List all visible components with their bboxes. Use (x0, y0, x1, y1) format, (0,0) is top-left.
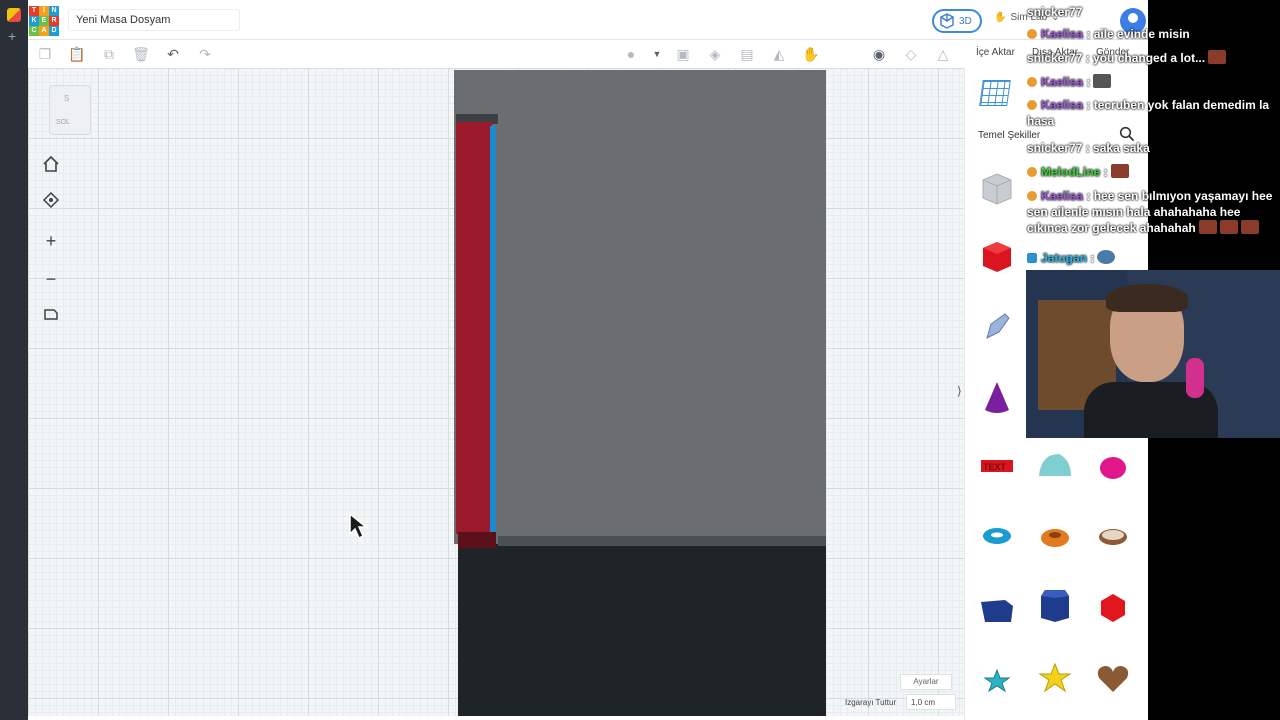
duplicate-icon[interactable]: ⧉ (100, 45, 118, 63)
shape-text[interactable]: TEXT (977, 446, 1017, 486)
shape-box-dark[interactable] (454, 70, 826, 544)
import-button[interactable]: İçe Aktar (976, 47, 1015, 58)
ortho-view-icon[interactable] (38, 304, 64, 330)
top-bar: T I N K E R C A D Yeni Masa Dosyam 3D ✋ … (28, 0, 1148, 40)
emote-icon (1097, 250, 1116, 264)
view-cube[interactable]: S SOL (49, 85, 91, 135)
shape-star[interactable] (977, 660, 1017, 700)
sub-badge-icon (1027, 100, 1037, 110)
sub-badge-icon (1027, 29, 1037, 39)
snap-grid-select[interactable]: 1,0 cm (906, 694, 956, 710)
zoom-out-icon[interactable]: − (38, 266, 64, 292)
redo-icon[interactable]: ↷ (196, 45, 214, 63)
sub-badge-icon (1027, 167, 1037, 177)
microphone-icon (1186, 358, 1204, 398)
shape-wedge[interactable] (977, 590, 1017, 630)
shape-paraboloid[interactable] (1093, 446, 1133, 486)
screen: + T I N K E R C A D Yeni Masa Dosyam 3D … (0, 0, 1280, 720)
app-launcher-icon[interactable] (7, 8, 21, 22)
sub-badge-icon (1027, 77, 1037, 87)
chat-message: snicker77 : you changed a lot... (1027, 50, 1280, 66)
cube-icon (940, 13, 954, 29)
cruise-icon[interactable]: ✋ (802, 45, 820, 63)
add-icon[interactable]: + (8, 29, 16, 43)
stream-chat: snicker77 Kaelisa : aile evinde misin sn… (1026, 0, 1280, 270)
tinkercad-window: T I N K E R C A D Yeni Masa Dosyam 3D ✋ … (28, 0, 1148, 720)
prime-badge-icon (1027, 253, 1037, 263)
shape-torus[interactable] (977, 516, 1017, 556)
viewcube-face-label: SOL (56, 119, 71, 126)
shape-star-yellow[interactable] (1035, 658, 1075, 698)
fit-view-icon[interactable] (38, 190, 64, 216)
emote-icon (1240, 220, 1259, 234)
shape-hexagonal-prism[interactable] (1035, 584, 1075, 624)
chat-message: Kaelisa : (1027, 74, 1280, 90)
chevron-down-icon[interactable]: ▼ (648, 45, 666, 63)
align-icon[interactable]: ▤ (738, 45, 756, 63)
project-name-field[interactable]: Yeni Masa Dosyam (68, 9, 240, 31)
chat-message: MelodLine : (1027, 164, 1280, 180)
paste-icon[interactable]: 📋 (68, 45, 86, 63)
viewcube-top-label: S (64, 94, 70, 103)
view-mode-label: 3D (959, 15, 972, 27)
os-sidebar: + (0, 0, 28, 720)
shape-box-shadow (458, 544, 826, 716)
floor-strip (498, 536, 826, 546)
workplane-icon[interactable]: ◇ (902, 45, 920, 63)
mouse-cursor-icon (349, 512, 369, 540)
light-icon[interactable]: ● (622, 45, 640, 63)
chat-message: Jatugan : (1027, 250, 1280, 266)
view-3d-toggle[interactable]: 3D (932, 9, 982, 33)
group-icon[interactable]: ▣ (674, 45, 692, 63)
shape-ring[interactable] (1093, 516, 1133, 556)
tinkercad-logo[interactable]: T I N K E R C A D (29, 6, 59, 36)
collapse-panel-icon[interactable]: ⟩ (957, 384, 962, 398)
emote-icon (1093, 74, 1112, 88)
shape-box[interactable] (977, 236, 1017, 276)
shape-heart[interactable] (1093, 658, 1133, 698)
chat-message: Kaelisa : hee sen bılmıyon yaşamayı hee … (1027, 189, 1273, 235)
shape-cone[interactable] (977, 378, 1017, 418)
ungroup-icon[interactable]: ◈ (706, 45, 724, 63)
chat-message: Kaelisa : aile evinde misin (1027, 26, 1280, 42)
wall-base (458, 532, 496, 548)
hand-icon: ✋ (994, 12, 1007, 23)
shape-polyhedron[interactable] (1093, 588, 1133, 628)
chat-message: snicker77 : saka saka (1027, 141, 1150, 155)
chat-message: snicker77 (1027, 5, 1083, 19)
webcam-feed (1026, 270, 1280, 438)
home-view-icon[interactable] (38, 154, 64, 180)
zoom-in-icon[interactable]: + (38, 228, 64, 254)
workplane-icon[interactable] (979, 80, 1011, 106)
shape-red-wall[interactable] (456, 122, 492, 534)
snap-grid-label: Izgarayı Tuttur (845, 698, 897, 707)
emote-icon (1208, 50, 1227, 64)
chat-message: Kaelisa : tecruben yok falan demedim la … (1027, 98, 1270, 128)
svg-text:TEXT: TEXT (983, 462, 1007, 472)
emote-icon (1219, 220, 1238, 234)
shape-half-sphere[interactable] (1035, 446, 1075, 486)
streamer-hair (1106, 284, 1188, 312)
camera-icon[interactable]: ◉ (870, 45, 888, 63)
undo-icon[interactable]: ↶ (164, 45, 182, 63)
delete-icon[interactable]: 🗑 (132, 45, 150, 63)
ruler-icon[interactable]: △ (934, 45, 952, 63)
emote-icon (1198, 220, 1217, 234)
copy-icon[interactable]: ❐ (36, 45, 54, 63)
mirror-icon[interactable]: ◭ (770, 45, 788, 63)
shape-tube[interactable] (1035, 516, 1075, 556)
shape-box-hole[interactable] (977, 168, 1017, 208)
shape-scribble[interactable] (977, 306, 1017, 346)
settings-button[interactable]: Ayarlar (900, 674, 952, 690)
sub-badge-icon (1027, 191, 1037, 201)
emote-icon (1110, 164, 1129, 178)
selected-edge (490, 126, 496, 532)
edit-toolbar: ❐ 📋 ⧉ 🗑 ↶ ↷ ● ▼ ▣ ◈ ▤ ◭ ✋ ◉ ◇ △ İçe Akta… (28, 40, 1148, 68)
workplane-canvas[interactable]: S SOL + − Ayarlar Izgarayı Tuttur 1,0 cm (28, 68, 964, 716)
